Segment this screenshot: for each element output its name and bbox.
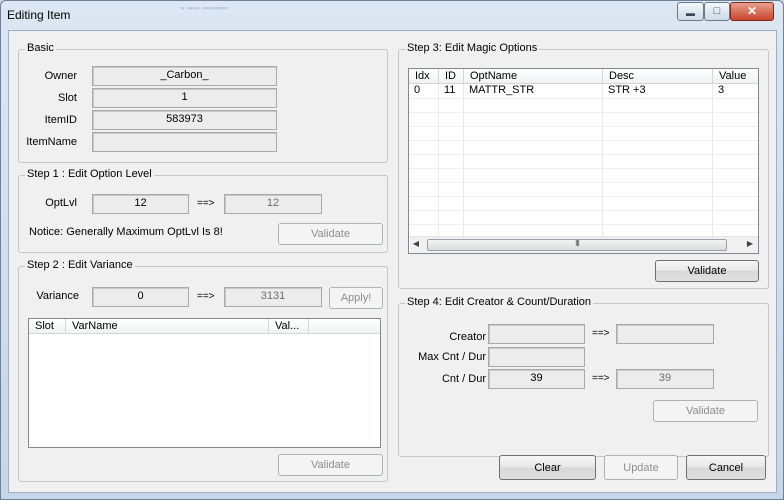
magic-col-value[interactable]: Value — [713, 69, 758, 84]
optlvl-new-field[interactable]: 12 — [224, 194, 322, 214]
itemname-label: ItemName — [26, 136, 77, 148]
creator-new-field[interactable] — [616, 324, 714, 344]
magic-col-id[interactable]: ID — [439, 69, 464, 84]
clear-button[interactable]: Clear — [499, 455, 596, 480]
magic-row-id: 11 — [444, 84, 456, 96]
minimize-button[interactable]: ▬ — [677, 2, 704, 21]
scroll-grip-icon: III — [575, 239, 580, 248]
maximize-icon: □ — [713, 5, 721, 17]
creator-arrow: ==> — [592, 328, 610, 339]
creator-field[interactable] — [488, 324, 585, 344]
magic-grid-line — [409, 196, 758, 197]
magic-grid-line — [463, 84, 464, 236]
close-button[interactable]: ✕ — [730, 2, 774, 21]
magic-grid-line — [409, 182, 758, 183]
magic-grid-line — [409, 140, 758, 141]
variance-col-varname[interactable]: VarName — [66, 319, 269, 334]
step1-validate-button[interactable]: Validate — [278, 223, 383, 245]
optlvl-label: OptLvl — [45, 197, 77, 209]
variance-new-field[interactable]: 3131 — [224, 287, 322, 307]
background-ghost-text: ▪ ▪▪▪▪ ▪▪▪▪▪▪▪▪ — [181, 3, 228, 13]
basic-group: Basic Owner _Carbon_ Slot 1 ItemID 58397… — [18, 42, 388, 163]
update-button[interactable]: Update — [604, 455, 678, 480]
magic-col-idx[interactable]: Idx — [409, 69, 439, 84]
slot-label: Slot — [58, 92, 77, 104]
optlvl-notice: Notice: Generally Maximum OptLvl Is 8! — [29, 226, 223, 238]
magic-row-value: 3 — [718, 84, 725, 96]
optlvl-current-field[interactable]: 12 — [92, 194, 189, 214]
creator-label: Creator — [449, 331, 486, 343]
step2-group: Step 2 : Edit Variance Variance 0 ==> 31… — [18, 259, 388, 482]
step4-validate-button[interactable]: Validate — [653, 400, 758, 422]
editing-item-window: Editing Item ▪ ▪▪▪▪ ▪▪▪▪▪▪▪▪ ▬ □ ✕ Basic… — [0, 0, 784, 500]
step2-validate-button[interactable]: Validate — [278, 454, 383, 476]
cnt-arrow: ==> — [592, 373, 610, 384]
close-icon: ✕ — [746, 4, 758, 18]
magic-horizontal-scrollbar[interactable]: ◀ III ▶ — [410, 236, 758, 253]
title-bar[interactable]: Editing Item ▪ ▪▪▪▪ ▪▪▪▪▪▪▪▪ ▬ □ ✕ — [1, 1, 783, 29]
step1-group: Step 1 : Edit Option Level OptLvl 12 ==>… — [18, 168, 388, 253]
magic-grid-line — [409, 224, 758, 225]
magic-col-optname[interactable]: OptName — [464, 69, 603, 84]
variance-apply-button[interactable]: Apply! — [329, 287, 383, 309]
maxcnt-label: Max Cnt / Dur — [418, 351, 486, 363]
variance-current-field[interactable]: 0 — [92, 287, 189, 307]
magic-grid-line — [409, 126, 758, 127]
magic-grid-line — [712, 84, 713, 236]
step2-legend: Step 2 : Edit Variance — [25, 259, 135, 271]
minimize-icon: ▬ — [686, 8, 695, 18]
cancel-button[interactable]: Cancel — [686, 455, 766, 480]
dialog-client-area: Basic Owner _Carbon_ Slot 1 ItemID 58397… — [8, 30, 777, 493]
scroll-thumb[interactable]: III — [427, 239, 727, 251]
magic-grid-line — [438, 84, 439, 236]
variance-arrow: ==> — [197, 291, 215, 302]
cnt-field[interactable]: 39 — [488, 369, 585, 389]
slot-field[interactable]: 1 — [92, 88, 277, 108]
magic-grid-line — [409, 168, 758, 169]
step3-group: Step 3: Edit Magic Options Idx ID OptNam… — [398, 42, 769, 289]
step3-validate-button[interactable]: Validate — [655, 260, 759, 282]
magic-grid-line — [409, 112, 758, 113]
magic-grid-line — [409, 210, 758, 211]
magic-row-desc: STR +3 — [608, 84, 646, 96]
step4-legend: Step 4: Edit Creator & Count/Duration — [405, 296, 594, 308]
optlvl-arrow: ==> — [197, 198, 215, 209]
maxcnt-field[interactable] — [488, 347, 585, 367]
itemid-field[interactable]: 583973 — [92, 110, 277, 130]
step3-legend: Step 3: Edit Magic Options — [405, 42, 540, 54]
window-title: Editing Item — [7, 8, 71, 22]
step4-group: Step 4: Edit Creator & Count/Duration Cr… — [398, 296, 769, 457]
variance-col-value[interactable]: Val... — [269, 319, 309, 334]
magic-grid-line — [409, 154, 758, 155]
magic-row-idx: 0 — [414, 84, 421, 96]
magic-row-optname: MATTR_STR — [469, 84, 535, 96]
scroll-left-icon[interactable]: ◀ — [410, 239, 422, 248]
magic-grid-line — [409, 98, 758, 99]
scroll-right-icon[interactable]: ▶ — [744, 239, 756, 248]
cnt-new-field[interactable]: 39 — [616, 369, 714, 389]
variance-label: Variance — [36, 290, 79, 302]
cnt-label: Cnt / Dur — [441, 373, 486, 385]
owner-label: Owner — [44, 70, 77, 82]
step1-legend: Step 1 : Edit Option Level — [25, 168, 154, 180]
magic-options-list[interactable]: Idx ID OptName Desc Value 0 11 MATTR_STR… — [408, 68, 759, 254]
owner-field[interactable]: _Carbon_ — [92, 66, 277, 86]
variance-col-filler — [309, 319, 380, 334]
itemname-field[interactable] — [92, 132, 277, 152]
basic-legend: Basic — [25, 42, 56, 54]
itemid-label: ItemID — [44, 114, 77, 126]
maximize-button[interactable]: □ — [704, 2, 730, 21]
variance-list[interactable]: Slot VarName Val... — [28, 318, 381, 448]
magic-grid-line — [602, 84, 603, 236]
magic-col-desc[interactable]: Desc — [603, 69, 713, 84]
variance-col-slot[interactable]: Slot — [29, 319, 66, 334]
